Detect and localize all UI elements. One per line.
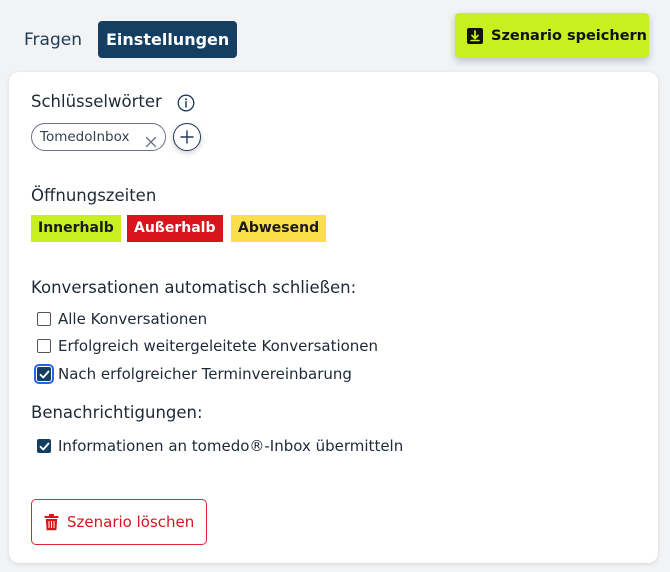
keyword-chip: TomedoInbox	[31, 123, 166, 151]
checkbox-row-appointment[interactable]: Nach erfolgreicher Terminvereinbarung	[34, 363, 352, 385]
badge-innerhalb[interactable]: Innerhalb	[31, 215, 121, 242]
delete-scenario-label: Szenario löschen	[67, 513, 195, 531]
checkbox-after-appointment[interactable]	[34, 364, 54, 384]
notifications-title: Benachrichtigungen:	[31, 403, 203, 422]
badge-abwesend[interactable]: Abwesend	[231, 215, 327, 242]
plus-icon	[179, 129, 195, 145]
tab-einstellungen[interactable]: Einstellungen	[98, 21, 238, 58]
checkbox-label: Nach erfolgreicher Terminvereinbarung	[58, 365, 352, 383]
info-icon[interactable]	[177, 94, 195, 112]
settings-card: Schlüsselwörter TomedoInbox Öffnungszeit…	[9, 72, 658, 563]
close-icon[interactable]	[145, 131, 157, 148]
check-icon	[39, 442, 50, 451]
checkbox-inbox-notify[interactable]	[37, 439, 51, 453]
delete-scenario-button[interactable]: Szenario löschen	[31, 499, 207, 545]
checkbox-label: Informationen an tomedo®-Inbox übermitte…	[58, 437, 404, 455]
save-scenario-button[interactable]: Szenario speichern	[455, 13, 649, 58]
checkbox-row-all[interactable]: Alle Konversationen	[37, 308, 207, 330]
checkbox-row-inbox[interactable]: Informationen an tomedo®-Inbox übermitte…	[37, 435, 403, 457]
badge-ausserhalb[interactable]: Außerhalb	[127, 215, 223, 242]
check-icon	[39, 370, 50, 379]
tab-fragen[interactable]: Fragen	[16, 22, 90, 58]
opening-hours-title: Öffnungszeiten	[31, 186, 157, 205]
trash-icon	[44, 513, 59, 531]
download-icon	[467, 27, 483, 44]
checkbox-all-conversations[interactable]	[37, 312, 51, 326]
auto-close-title: Konversationen automatisch schließen:	[31, 278, 357, 297]
keyword-chip-label: TomedoInbox	[40, 129, 130, 145]
checkbox-label: Erfolgreich weitergeleitete Konversation…	[58, 337, 379, 355]
checkbox-row-forwarded[interactable]: Erfolgreich weitergeleitete Konversation…	[37, 335, 378, 357]
save-scenario-label: Szenario speichern	[491, 27, 647, 44]
checkbox-label: Alle Konversationen	[58, 310, 208, 328]
add-keyword-button[interactable]	[173, 123, 201, 151]
checkbox-forwarded-conversations[interactable]	[37, 339, 51, 353]
keywords-title: Schlüsselwörter	[31, 92, 162, 111]
